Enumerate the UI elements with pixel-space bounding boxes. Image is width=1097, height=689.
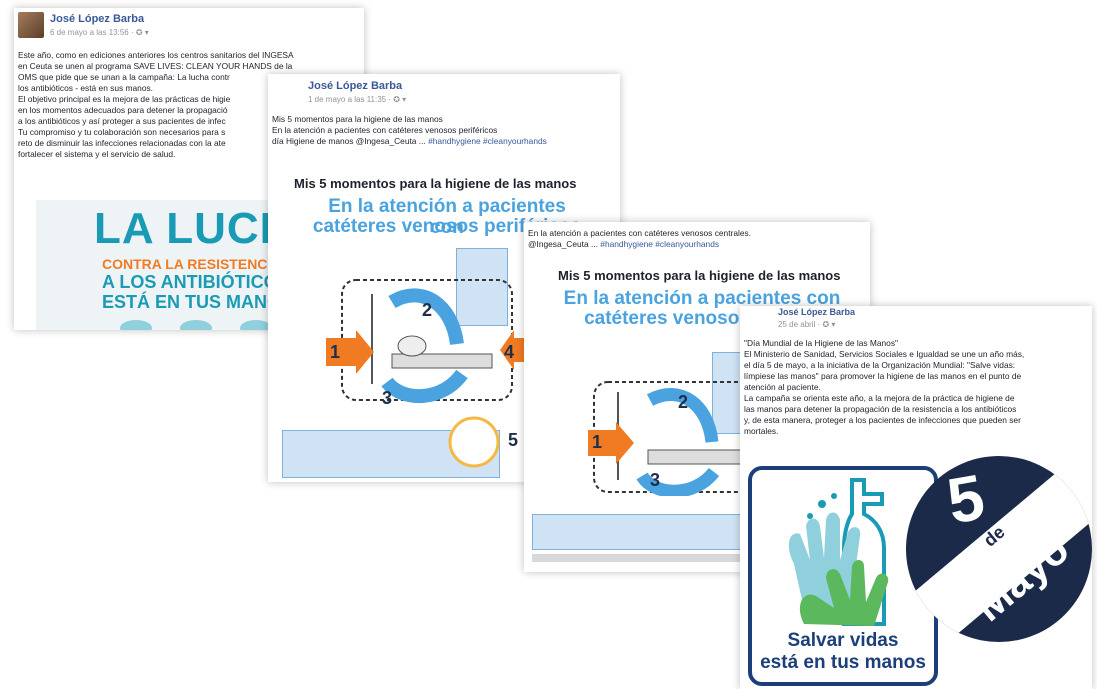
post-line: las manos para detener la propagación de…: [744, 404, 1017, 414]
post-line: atención al paciente.: [744, 382, 821, 392]
bedside-circle: [448, 416, 500, 468]
post-line: a los antibióticos y así proteger a sus …: [18, 116, 226, 126]
post-line: "Día Mundial de la Higiene de las Manos": [744, 338, 898, 348]
post-line: mortales.: [744, 426, 779, 436]
post-line: Este año, como en ediciones anteriores l…: [18, 50, 294, 60]
poster-title: Mis 5 momentos para la higiene de las ma…: [558, 268, 841, 283]
post-timestamp[interactable]: 1 de mayo a las 11:35 · ✪ ▾: [308, 95, 406, 104]
post-line-text: @Ingesa_Ceuta ...: [528, 239, 601, 249]
post-line: El objetivo principal es la mejora de la…: [18, 94, 231, 104]
post-line: OMS que pide que se unan a la campaña: L…: [18, 72, 230, 82]
banner-line-1: CONTRA LA RESISTENCIA: [102, 256, 282, 272]
post-line: y, de esta manera, proteger a los pacien…: [744, 415, 1021, 425]
hashtags[interactable]: #handhygiene #cleanyourhands: [428, 136, 547, 146]
post-line: La campaña se orienta este año, a la mej…: [744, 393, 1015, 403]
post-line: reto de disminuir las infecciones relaci…: [18, 138, 226, 148]
post-line: En la atención a pacientes con catéteres…: [528, 228, 752, 238]
logo-line-2: está en tus manos: [760, 652, 926, 673]
moment-5-number: 5: [508, 430, 519, 450]
badge-number: 5: [942, 460, 990, 538]
post-line: los antibióticos - está en sus manos.: [18, 83, 153, 93]
moment-1-number: 1: [592, 432, 603, 452]
post-line: en Ceuta se unen al programa SAVE LIVES:…: [18, 61, 293, 71]
post-body: Mis 5 momentos para la higiene de las ma…: [272, 114, 547, 147]
info-box: [532, 514, 742, 550]
banner-line-2: A LOS ANTIBIÓTICOS: [102, 272, 290, 292]
post-body: En la atención a pacientes con catéteres…: [528, 228, 751, 250]
post-line: Mis 5 momentos para la higiene de las ma…: [272, 114, 443, 124]
date-badge: 5 de Mayo: [906, 456, 1092, 642]
post-line: fortalecer el sistema y el servicio de s…: [18, 149, 176, 159]
moment-4-number: 4: [504, 342, 515, 362]
post-line: el día 5 de mayo, a la iniciativa de la …: [744, 360, 1016, 370]
post-line: En la atención a pacientes con catéteres…: [272, 125, 498, 135]
post-line: @Ingesa_Ceuta ... #handhygiene #cleanyou…: [528, 239, 751, 250]
author-name[interactable]: José López Barba: [308, 80, 402, 92]
post-line: en los momentos adecuados para detener l…: [18, 105, 228, 115]
moment-1-number: 1: [330, 342, 341, 362]
author-name[interactable]: José López Barba: [778, 307, 855, 317]
moment-2-number: 2: [678, 392, 689, 412]
moment-3-number: 3: [382, 388, 393, 408]
post-timestamp[interactable]: 6 de mayo a las 13:56 · ✪ ▾: [50, 28, 149, 37]
moment-3-number: 3: [650, 470, 661, 490]
post-line: límpiese las manos" para promover la hig…: [744, 371, 1022, 381]
post-line: Tu compromiso y tu colaboración son nece…: [18, 127, 226, 137]
hashtags[interactable]: #handhygiene #cleanyourhands: [600, 239, 719, 249]
post-timestamp[interactable]: 25 de abril · ✪ ▾: [778, 320, 835, 329]
author-name[interactable]: José López Barba: [50, 13, 144, 25]
post-line: El Ministerio de Sanidad, Servicios Soci…: [744, 349, 1025, 359]
banner-line-3: ESTÁ EN TUS MANOS: [102, 292, 294, 312]
moment-2-number: 2: [422, 300, 433, 320]
post-line-text: día Higiene de manos @Ingesa_Ceuta ...: [272, 136, 429, 146]
author-avatar[interactable]: [18, 12, 44, 38]
post-body: "Día Mundial de la Higiene de las Manos"…: [744, 338, 1024, 437]
post-body: Este año, como en ediciones anteriores l…: [18, 50, 294, 160]
washing-hands-icon: [788, 478, 889, 626]
post-line: día Higiene de manos @Ingesa_Ceuta ... #…: [272, 136, 547, 147]
post-card-4: José López Barba 25 de abril · ✪ ▾ "Día …: [740, 306, 1092, 689]
poster-title: Mis 5 momentos para la higiene de las ma…: [294, 176, 577, 191]
